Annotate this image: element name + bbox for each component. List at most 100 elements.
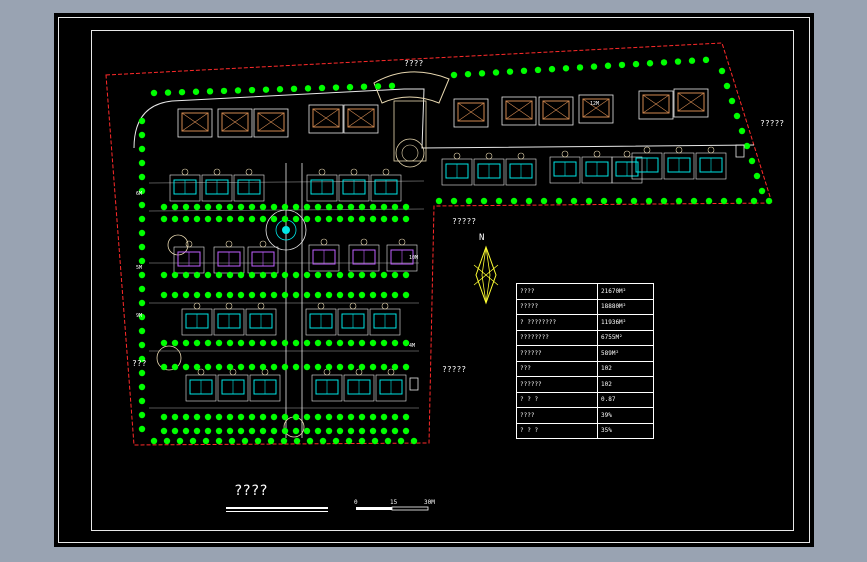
tree [259, 291, 267, 299]
tree [758, 187, 766, 195]
tree [160, 291, 168, 299]
tree [660, 59, 668, 66]
tree [570, 197, 578, 205]
tree [193, 339, 201, 347]
tree [450, 71, 458, 79]
tree [259, 203, 267, 211]
tree [660, 197, 668, 205]
tree [325, 413, 333, 421]
tree [164, 89, 172, 96]
tree [248, 427, 256, 435]
tree [371, 437, 379, 445]
townhouse-unit [245, 302, 277, 336]
tree [237, 271, 245, 279]
stats-value: 39% [597, 407, 654, 424]
tree [735, 197, 743, 205]
tree [720, 197, 728, 205]
round-feature-bottom [283, 416, 305, 438]
tree [226, 271, 234, 279]
tree [171, 413, 179, 421]
tree [380, 339, 388, 347]
scale-tick-label: 30M [424, 499, 435, 506]
tree [234, 87, 242, 94]
tree [160, 271, 168, 279]
townhouse-unit [173, 240, 205, 274]
tree [347, 413, 355, 421]
tree [369, 363, 377, 371]
tree [733, 112, 741, 120]
tree [270, 271, 278, 279]
villa [308, 104, 344, 134]
tree [492, 69, 500, 76]
scale-tick-label: 0 [354, 499, 358, 506]
tree [193, 291, 201, 299]
tree [171, 215, 179, 223]
townhouse-unit [348, 238, 380, 272]
tree [303, 203, 311, 211]
tree [138, 117, 146, 125]
townhouse-unit [370, 168, 402, 202]
tree [160, 427, 168, 435]
tree [182, 427, 190, 435]
stats-row: ???? 21670M² [516, 283, 654, 300]
stats-value: 6755M² [597, 329, 654, 346]
tree [270, 291, 278, 299]
tree [138, 327, 146, 335]
tree [215, 339, 223, 347]
tree [193, 203, 201, 211]
stats-row: ? ? ? 35% [516, 422, 654, 439]
tree [281, 413, 289, 421]
villa [638, 90, 674, 120]
tree [358, 215, 366, 223]
tree [534, 66, 542, 74]
tree [388, 82, 396, 90]
tree [728, 97, 736, 105]
tree [304, 85, 312, 92]
stats-value: 11936M² [597, 314, 654, 331]
tree [160, 339, 168, 347]
tree [138, 397, 146, 405]
villa [673, 88, 709, 118]
tree [306, 437, 314, 445]
tree [478, 70, 486, 77]
tree [254, 437, 262, 445]
tree [347, 339, 355, 347]
tree [358, 437, 366, 445]
stats-value: 102 [597, 376, 654, 393]
tree [215, 363, 223, 371]
tree [303, 413, 311, 421]
road-width-label: 4M [409, 343, 416, 349]
tree [600, 197, 608, 205]
tree [281, 339, 289, 347]
tree [369, 291, 377, 299]
tree [347, 427, 355, 435]
tree [138, 271, 146, 279]
tree [193, 427, 201, 435]
tree [314, 413, 322, 421]
tree [138, 201, 146, 209]
tree [336, 291, 344, 299]
tree [193, 363, 201, 371]
tree [753, 172, 761, 180]
tree [226, 413, 234, 421]
tree [281, 203, 289, 211]
tree [171, 203, 179, 211]
tree [204, 271, 212, 279]
tree [705, 197, 713, 205]
townhouse-unit [213, 302, 245, 336]
tree [548, 65, 556, 73]
tree [303, 271, 311, 279]
townhouse-unit [611, 150, 643, 184]
tree [525, 197, 533, 205]
townhouse-unit [441, 152, 473, 186]
tree [182, 291, 190, 299]
tree [248, 86, 256, 94]
tree [397, 437, 405, 445]
villa [538, 96, 574, 126]
tree [690, 197, 698, 205]
tree [262, 86, 270, 93]
stats-value: 589M² [597, 345, 654, 362]
tree [402, 203, 410, 211]
site-statistics-table: ???? 21670M²????? 18880M²? ???????? 11936M²… [516, 283, 654, 439]
tree [450, 197, 458, 205]
